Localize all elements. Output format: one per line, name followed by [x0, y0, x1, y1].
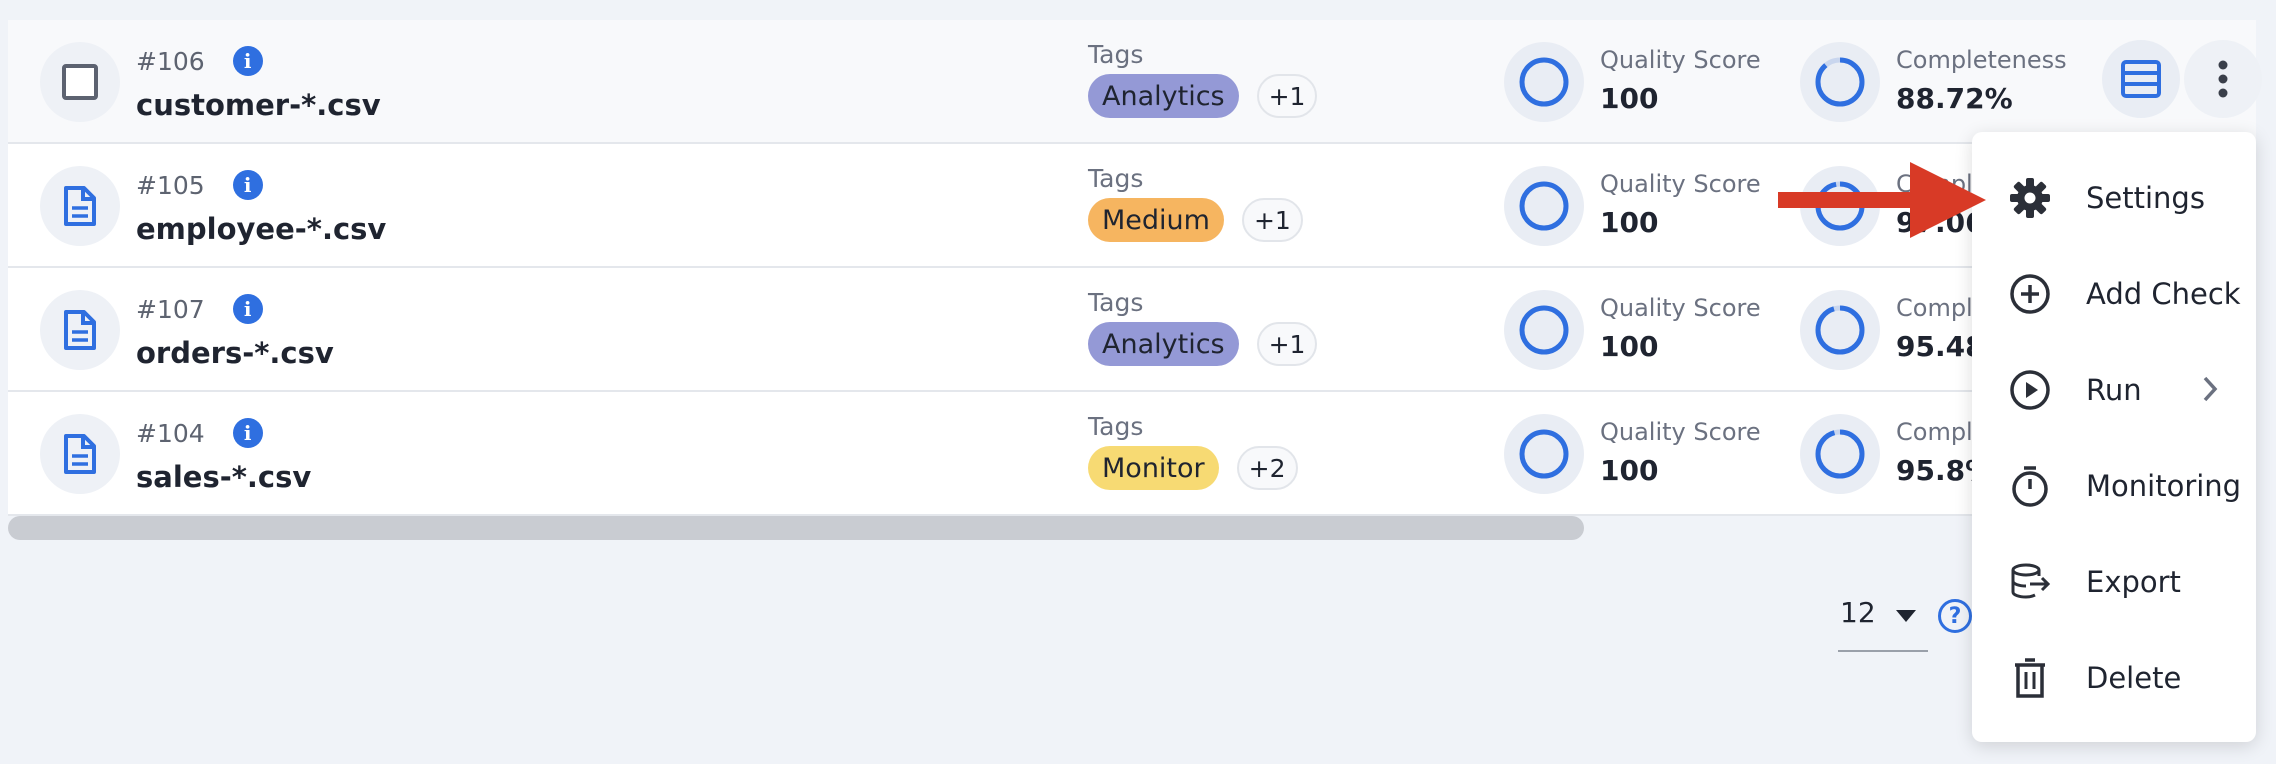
quality-ring-icon: [1519, 305, 1569, 355]
tags-label: Tags: [1088, 288, 1144, 317]
rows-per-page-select[interactable]: 12: [1838, 588, 1928, 652]
container-id: #107: [136, 294, 205, 324]
info-icon[interactable]: i: [232, 294, 263, 324]
annotation-arrow-icon: [1778, 162, 1986, 238]
quality-score-ring: [1504, 42, 1584, 122]
gear-icon: [2008, 176, 2052, 220]
quality-ring-icon: [1519, 57, 1569, 107]
container-name[interactable]: orders-*.csv: [136, 336, 334, 370]
tags-label: Tags: [1088, 40, 1144, 69]
quality-score-value: 100: [1600, 206, 1659, 239]
table-list-icon: [2121, 60, 2161, 98]
table-row[interactable]: #104 i sales-*.csv Tags Monitor +2 Quali…: [8, 392, 2256, 516]
file-icon-wrapper: [40, 414, 120, 494]
trash-icon: [2008, 656, 2052, 700]
play-circle-icon: [2008, 368, 2052, 412]
menu-item-label: Monitoring: [2086, 469, 2242, 503]
tags-label: Tags: [1088, 164, 1144, 193]
menu-item-label: Run: [2086, 373, 2142, 407]
export-icon: [2008, 560, 2052, 604]
quality-score-ring: [1504, 414, 1584, 494]
file-icon: [64, 186, 96, 226]
more-tags-badge[interactable]: +1: [1256, 74, 1318, 118]
menu-item-label: Export: [2086, 565, 2181, 599]
view-records-button[interactable]: [2102, 40, 2180, 118]
completeness-ring: [1800, 42, 1880, 122]
menu-item-label: Settings: [2086, 181, 2205, 215]
tag-badge[interactable]: Analytics: [1088, 74, 1239, 118]
actions-menu: Settings Add Check Run Monitoring Export…: [1972, 132, 2256, 742]
table-row[interactable]: #107 i orders-*.csv Tags Analytics +1 Qu…: [8, 268, 2256, 392]
plus-circle-icon: [2008, 272, 2052, 316]
table-row[interactable]: #106 i customer-*.csv Tags Analytics +1 …: [8, 20, 2262, 144]
container-id: #106: [136, 46, 205, 76]
scrollbar-thumb[interactable]: [8, 516, 1584, 540]
quality-score-value: 100: [1600, 454, 1659, 487]
tag-badge[interactable]: Monitor: [1088, 446, 1219, 490]
quality-ring-icon: [1519, 181, 1569, 231]
more-tags-badge[interactable]: +2: [1236, 446, 1298, 490]
menu-item-monitoring[interactable]: Monitoring: [1972, 446, 2256, 526]
container-name[interactable]: sales-*.csv: [136, 460, 311, 494]
info-icon[interactable]: i: [232, 418, 263, 448]
menu-item-settings[interactable]: Settings: [1972, 158, 2256, 238]
quality-score-ring: [1504, 166, 1584, 246]
more-actions-button[interactable]: [2184, 40, 2262, 118]
file-icon-wrapper: [40, 290, 120, 370]
rows-per-page-value: 12: [1840, 596, 1876, 629]
quality-score-value: 100: [1600, 82, 1659, 115]
row-select[interactable]: [40, 42, 120, 122]
completeness-ring-icon: [1815, 57, 1865, 107]
chevron-down-icon: [1896, 610, 1916, 622]
file-icon: [64, 434, 96, 474]
menu-item-label: Delete: [2086, 661, 2182, 695]
container-id: #105: [136, 170, 205, 200]
container-name[interactable]: employee-*.csv: [136, 212, 386, 246]
menu-item-export[interactable]: Export: [1972, 542, 2256, 622]
completeness-ring-icon: [1815, 429, 1865, 479]
container-id: #104: [136, 418, 205, 448]
quality-ring-icon: [1519, 429, 1569, 479]
quality-score-label: Quality Score: [1600, 170, 1761, 198]
quality-score-label: Quality Score: [1600, 294, 1761, 322]
quality-score-label: Quality Score: [1600, 46, 1761, 74]
more-vertical-icon: [2218, 60, 2228, 98]
datasets-table: #106 i customer-*.csv Tags Analytics +1 …: [8, 20, 2262, 516]
tag-badge[interactable]: Analytics: [1088, 322, 1239, 366]
completeness-ring: [1800, 414, 1880, 494]
quality-score-ring: [1504, 290, 1584, 370]
menu-item-delete[interactable]: Delete: [1972, 638, 2256, 718]
menu-item-label: Add Check: [2086, 277, 2241, 311]
file-icon-wrapper: [40, 166, 120, 246]
completeness-value: 88.72%: [1896, 82, 2013, 115]
file-icon: [64, 310, 96, 350]
completeness-label: Completeness: [1896, 46, 2067, 74]
container-name[interactable]: customer-*.csv: [136, 88, 381, 122]
info-icon[interactable]: i: [232, 170, 263, 200]
more-tags-badge[interactable]: +1: [1256, 322, 1318, 366]
completeness-ring-icon: [1815, 305, 1865, 355]
tag-badge[interactable]: Medium: [1088, 198, 1224, 242]
checkbox[interactable]: [62, 64, 98, 100]
help-icon[interactable]: ?: [1938, 599, 1972, 633]
completeness-ring: [1800, 290, 1880, 370]
chevron-right-icon: [2203, 376, 2218, 402]
menu-item-add-check[interactable]: Add Check: [1972, 254, 2256, 334]
stopwatch-icon: [2008, 464, 2052, 508]
horizontal-scrollbar[interactable]: [8, 516, 2256, 540]
more-tags-badge[interactable]: +1: [1241, 198, 1303, 242]
info-icon[interactable]: i: [232, 46, 263, 76]
quality-score-label: Quality Score: [1600, 418, 1761, 446]
quality-score-value: 100: [1600, 330, 1659, 363]
tags-label: Tags: [1088, 412, 1144, 441]
menu-item-run[interactable]: Run: [1972, 350, 2256, 430]
